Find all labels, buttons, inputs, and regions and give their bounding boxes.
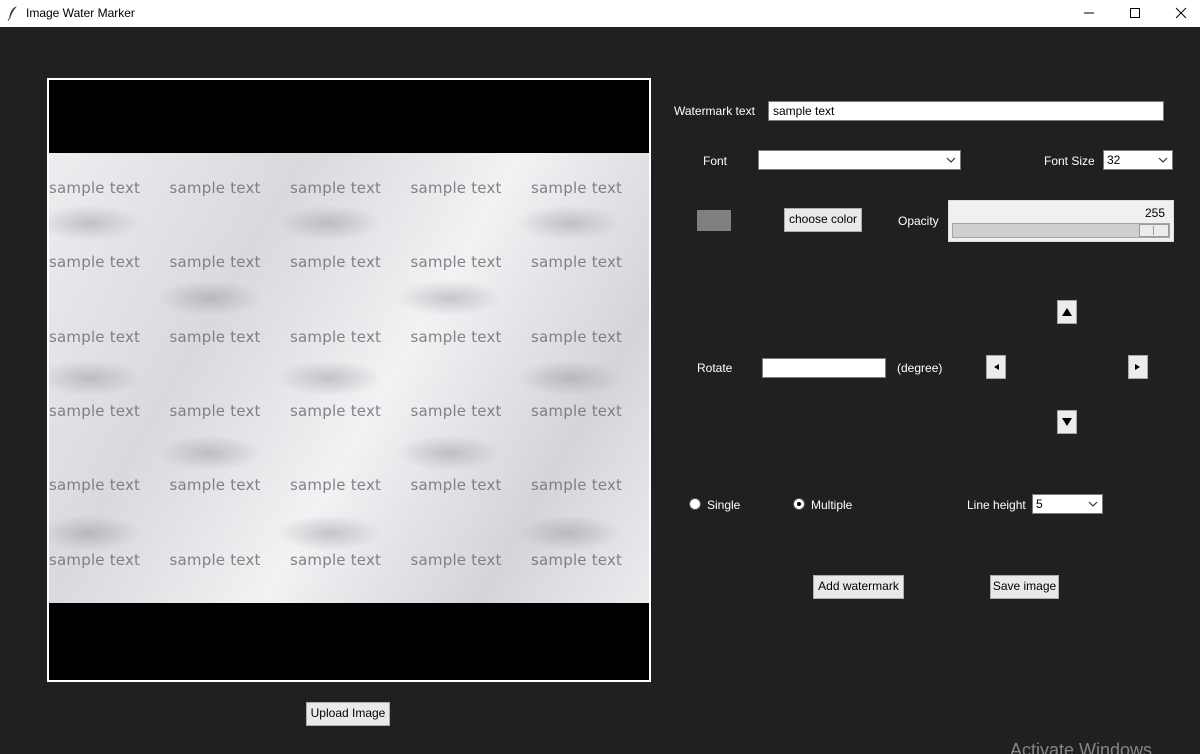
watermark-text-instance: sample text	[49, 327, 141, 346]
upload-image-button[interactable]: Upload Image	[306, 702, 390, 726]
watermark-text-instance: sample text	[169, 476, 261, 495]
close-button[interactable]	[1158, 0, 1200, 27]
watermark-text-instance: sample text	[410, 401, 502, 420]
preview-image: sample text sample text sample text sample …	[49, 153, 649, 603]
watermark-text-instance: sample text	[290, 327, 382, 346]
font-label: Font	[703, 154, 728, 168]
opacity-slider-handle[interactable]	[1139, 224, 1169, 237]
watermark-text-instance: sample text	[410, 327, 502, 346]
watermark-text-instance: sample text	[290, 401, 382, 420]
close-icon	[1175, 7, 1187, 19]
minimize-icon	[1084, 12, 1094, 14]
font-select[interactable]	[758, 150, 961, 170]
minimize-button[interactable]	[1066, 0, 1112, 27]
line-height-value: 5	[1036, 497, 1043, 511]
chevron-down-icon	[1088, 501, 1098, 507]
opacity-slider[interactable]: 255	[948, 200, 1174, 242]
watermark-text-instance: sample text	[169, 401, 261, 420]
watermark-text-instance: sample text	[531, 253, 623, 272]
font-size-value: 32	[1107, 153, 1121, 167]
title-bar: Image Water Marker	[0, 0, 1200, 27]
move-down-button[interactable]	[1057, 410, 1077, 434]
watermark-text-instance: sample text	[49, 550, 141, 569]
save-image-button[interactable]: Save image	[990, 575, 1059, 599]
watermark-text-instance: sample text	[169, 327, 261, 346]
move-left-button[interactable]	[986, 355, 1006, 379]
font-size-label: Font Size	[1044, 154, 1095, 168]
choose-color-button[interactable]: choose color	[784, 208, 862, 232]
watermark-text-instance: sample text	[49, 179, 141, 197]
single-mode-label[interactable]: Single	[707, 498, 740, 512]
multiple-mode-radio[interactable]	[793, 498, 805, 510]
watermark-text-instance: sample text	[49, 401, 141, 420]
opacity-value: 255	[1144, 206, 1165, 220]
chevron-down-icon	[946, 157, 956, 163]
color-swatch	[697, 210, 731, 231]
radio-selected-dot	[797, 502, 801, 506]
watermark-text-instance: sample text	[290, 476, 382, 495]
watermark-text-instance: sample text	[410, 253, 502, 272]
maximize-icon	[1130, 8, 1140, 18]
left-arrow-icon	[994, 364, 999, 370]
rotate-unit-label: (degree)	[897, 361, 943, 375]
move-up-button[interactable]	[1057, 300, 1077, 324]
watermark-text-instance: sample text	[169, 253, 261, 272]
watermark-text-instance: sample text	[49, 253, 141, 272]
opacity-label: Opacity	[898, 214, 939, 228]
feather-icon	[7, 6, 17, 21]
add-watermark-button[interactable]: Add watermark	[813, 575, 904, 599]
up-arrow-icon	[1062, 308, 1072, 316]
single-mode-radio[interactable]	[689, 498, 701, 510]
watermark-text-instance: sample text	[531, 327, 623, 346]
watermark-text-instance: sample text	[410, 476, 502, 495]
watermark-text-instance: sample text	[169, 550, 261, 569]
opacity-slider-trough[interactable]	[952, 223, 1170, 238]
right-arrow-icon	[1135, 364, 1140, 370]
watermark-text-instance: sample text	[169, 179, 261, 197]
watermark-text-instance: sample text	[290, 179, 382, 197]
image-preview-canvas: sample text sample text sample text sample …	[47, 78, 651, 682]
activate-windows-overlay: Activate Windows	[1010, 740, 1153, 754]
window-title: Image Water Marker	[26, 6, 135, 20]
rotate-label: Rotate	[697, 361, 733, 375]
font-size-select[interactable]: 32	[1103, 150, 1173, 170]
watermark-text-instance: sample text	[290, 253, 382, 272]
watermark-text-instance: sample text	[410, 550, 502, 569]
watermark-text-label: Watermark text	[674, 104, 755, 118]
watermark-text-instance: sample text	[290, 550, 382, 569]
line-height-select[interactable]: 5	[1032, 494, 1103, 514]
watermark-text-instance: sample text	[49, 476, 141, 495]
multiple-mode-label[interactable]: Multiple	[811, 498, 852, 512]
watermark-text-instance: sample text	[531, 550, 623, 569]
watermark-text-instance: sample text	[410, 179, 502, 197]
watermark-text-instance: sample text	[531, 179, 623, 197]
down-arrow-icon	[1062, 418, 1072, 426]
line-height-label: Line height	[967, 498, 1026, 512]
watermark-text-instance: sample text	[531, 476, 623, 495]
watermark-text-instance: sample text	[531, 401, 623, 420]
chevron-down-icon	[1158, 157, 1168, 163]
watermark-text-input[interactable]: sample text	[768, 101, 1164, 121]
maximize-button[interactable]	[1112, 0, 1158, 27]
move-right-button[interactable]	[1128, 355, 1148, 379]
rotate-input[interactable]	[762, 358, 886, 378]
